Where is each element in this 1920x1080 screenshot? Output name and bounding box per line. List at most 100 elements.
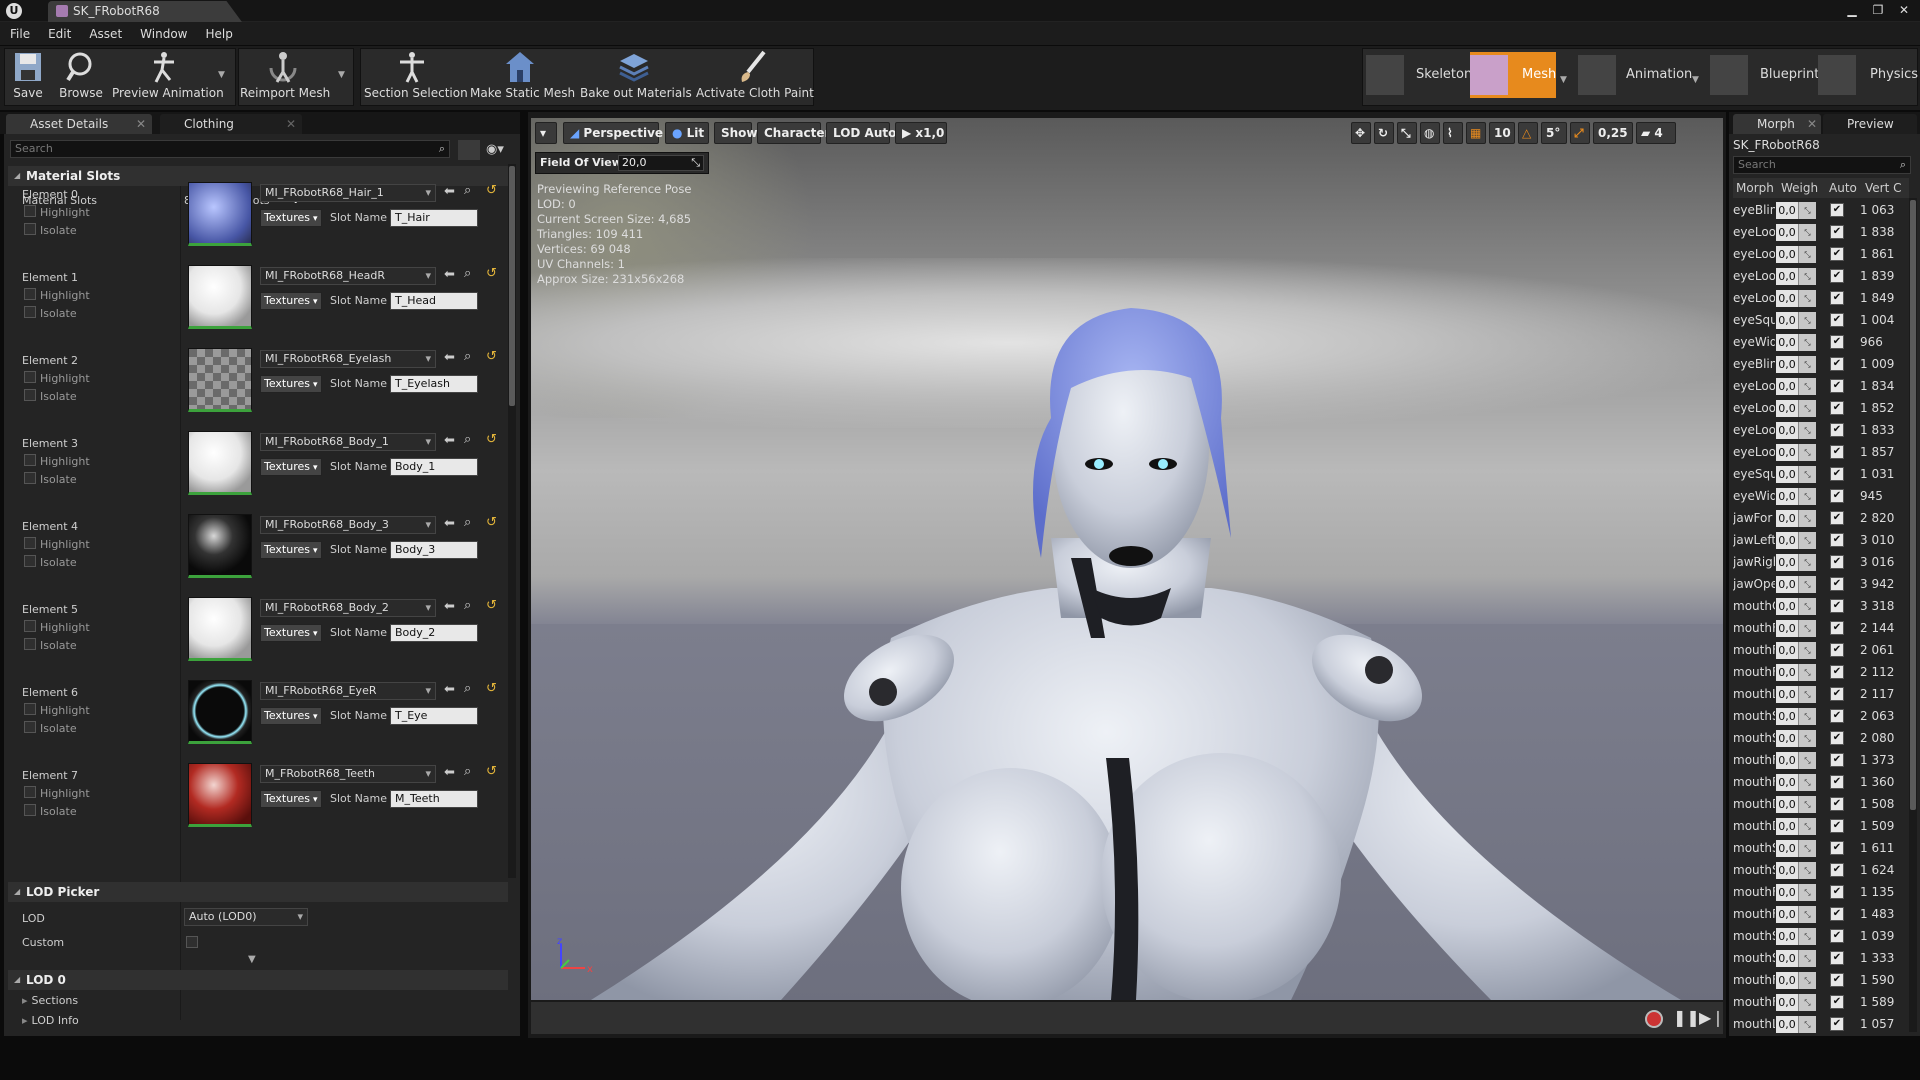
morph-target-row[interactable]: mouthF 0,0 ⤡ ✔ 2 112 [1729, 662, 1909, 684]
morph-weight-input[interactable]: 0,0 [1776, 488, 1798, 505]
morph-weight-input[interactable]: 0,0 [1776, 950, 1798, 967]
menu-edit[interactable]: Edit [48, 27, 71, 41]
weight-drag-icon[interactable]: ⤡ [1798, 290, 1816, 307]
morph-target-row[interactable]: jawFor 0,0 ⤡ ✔ 2 820 [1729, 508, 1909, 530]
morph-weight-input[interactable]: 0,0 [1776, 906, 1798, 923]
auto-checkbox[interactable]: ✔ [1830, 291, 1844, 305]
record-icon[interactable] [1645, 1010, 1663, 1028]
material-select[interactable]: M_FRobotR68_Teeth [260, 765, 436, 783]
weight-drag-icon[interactable]: ⤡ [1798, 862, 1816, 879]
playback-speed-button[interactable]: ▶ x1,0 [895, 122, 947, 144]
textures-dropdown[interactable]: Textures [260, 292, 322, 310]
auto-checkbox[interactable]: ✔ [1830, 973, 1844, 987]
material-thumbnail[interactable] [188, 514, 252, 578]
auto-checkbox[interactable]: ✔ [1830, 335, 1844, 349]
preview-animation-button[interactable]: Preview Animation [112, 46, 224, 104]
close-icon[interactable]: ✕ [1894, 2, 1914, 18]
highlight-checkbox[interactable] [24, 786, 36, 798]
morph-target-row[interactable]: eyeLoo 0,0 ⤡ ✔ 1 839 [1729, 266, 1909, 288]
weight-drag-icon[interactable]: ⤡ [1798, 532, 1816, 549]
activate-cloth-paint-button[interactable]: Activate Cloth Paint [696, 46, 814, 104]
morph-target-row[interactable]: eyeLoo 0,0 ⤡ ✔ 1 833 [1729, 420, 1909, 442]
auto-checkbox[interactable]: ✔ [1830, 885, 1844, 899]
weight-drag-icon[interactable]: ⤡ [1798, 422, 1816, 439]
scale-snap-icon[interactable]: ⤢ [1570, 122, 1590, 144]
lod-auto-button[interactable]: LOD Auto [826, 122, 896, 144]
material-thumbnail[interactable] [188, 763, 252, 827]
weight-drag-icon[interactable]: ⤡ [1798, 994, 1816, 1011]
grid-snap-icon[interactable]: ▦ [1466, 122, 1486, 144]
morph-weight-input[interactable]: 0,0 [1776, 598, 1798, 615]
highlight-checkbox[interactable] [24, 371, 36, 383]
mode-mesh-button[interactable]: Mesh [1470, 52, 1556, 98]
weight-drag-icon[interactable]: ⤡ [1798, 730, 1816, 747]
morph-weight-input[interactable]: 0,0 [1776, 224, 1798, 241]
textures-dropdown[interactable]: Textures [260, 209, 322, 227]
material-thumbnail[interactable] [188, 431, 252, 495]
weight-drag-icon[interactable]: ⤡ [1798, 466, 1816, 483]
morph-target-row[interactable]: eyeLoo 0,0 ⤡ ✔ 1 834 [1729, 376, 1909, 398]
scale-icon[interactable]: ⤡ [1397, 122, 1417, 144]
isolate-checkbox[interactable] [24, 555, 36, 567]
pause-icon[interactable]: ❚❚ [1673, 1008, 1700, 1027]
weight-drag-icon[interactable]: ⤡ [1798, 884, 1816, 901]
weight-drag-icon[interactable]: ⤡ [1798, 708, 1816, 725]
morph-target-row[interactable]: mouthD0,0⤡ ✔ 1 508 [1729, 794, 1909, 816]
weight-drag-icon[interactable]: ⤡ [1798, 928, 1816, 945]
textures-dropdown[interactable]: Textures [260, 458, 322, 476]
weight-drag-icon[interactable]: ⤡ [1798, 796, 1816, 813]
tab-close-icon[interactable]: ✕ [286, 114, 296, 134]
slot-name-input[interactable]: Body_1 [390, 458, 478, 476]
weight-drag-icon[interactable]: ⤡ [1798, 598, 1816, 615]
morph-weight-input[interactable]: 0,0 [1776, 246, 1798, 263]
mode-skeleton-button[interactable]: Skeleton [1366, 52, 1472, 98]
morph-target-row[interactable]: eyeWid 0,0 ⤡ ✔ 966 [1729, 332, 1909, 354]
tab-clothing[interactable]: Clothing ✕ [160, 114, 302, 134]
isolate-checkbox[interactable] [24, 223, 36, 235]
menu-window[interactable]: Window [140, 27, 187, 41]
auto-checkbox[interactable]: ✔ [1830, 225, 1844, 239]
show-button[interactable]: Show [714, 122, 758, 144]
auto-checkbox[interactable]: ✔ [1830, 269, 1844, 283]
auto-checkbox[interactable]: ✔ [1830, 489, 1844, 503]
morph-weight-input[interactable]: 0,0 [1776, 268, 1798, 285]
textures-dropdown[interactable]: Textures [260, 707, 322, 725]
morph-weight-input[interactable]: 0,0 [1776, 884, 1798, 901]
weight-drag-icon[interactable]: ⤡ [1798, 840, 1816, 857]
morph-weight-input[interactable]: 0,0 [1776, 774, 1798, 791]
highlight-checkbox[interactable] [24, 205, 36, 217]
reset-to-default-icon[interactable]: ↺ [486, 266, 497, 281]
auto-checkbox[interactable]: ✔ [1830, 401, 1844, 415]
menu-help[interactable]: Help [205, 27, 232, 41]
auto-checkbox[interactable]: ✔ [1830, 577, 1844, 591]
auto-checkbox[interactable]: ✔ [1830, 203, 1844, 217]
morph-target-row[interactable]: eyeLoo 0,0 ⤡ ✔ 1 861 [1729, 244, 1909, 266]
weight-drag-icon[interactable]: ⤡ [1798, 972, 1816, 989]
slot-name-input[interactable]: T_Eye [390, 707, 478, 725]
auto-checkbox[interactable]: ✔ [1830, 995, 1844, 1009]
morph-target-row[interactable]: mouthF 0,0 ⤡ ✔ 1 589 [1729, 992, 1909, 1014]
restore-icon[interactable]: ❐ [1868, 2, 1888, 18]
morph-weight-input[interactable]: 0,0 [1776, 862, 1798, 879]
weight-drag-icon[interactable]: ⤡ [1798, 774, 1816, 791]
auto-checkbox[interactable]: ✔ [1830, 687, 1844, 701]
tab-morph[interactable]: Morph ✕ [1733, 114, 1821, 134]
morph-weight-input[interactable]: 0,0 [1776, 290, 1798, 307]
weight-drag-icon[interactable]: ⤡ [1798, 1016, 1816, 1033]
grid-snap-value[interactable]: 10 [1489, 122, 1515, 144]
auto-checkbox[interactable]: ✔ [1830, 841, 1844, 855]
reset-to-default-icon[interactable]: ↺ [486, 764, 497, 779]
slot-name-input[interactable]: T_Eyelash [390, 375, 478, 393]
morph-weight-input[interactable]: 0,0 [1776, 928, 1798, 945]
auto-checkbox[interactable]: ✔ [1830, 445, 1844, 459]
material-thumbnail[interactable] [188, 680, 252, 744]
morph-target-row[interactable]: mouthS 0,0 ⤡ ✔ 1 624 [1729, 860, 1909, 882]
camera-speed-button[interactable]: ▰ 4 [1636, 122, 1676, 144]
auto-checkbox[interactable]: ✔ [1830, 467, 1844, 481]
auto-checkbox[interactable]: ✔ [1830, 665, 1844, 679]
weight-drag-icon[interactable]: ⤡ [1798, 950, 1816, 967]
column-vert-count[interactable]: Vert C [1865, 181, 1902, 195]
step-forward-icon[interactable]: ▶❘ [1699, 1008, 1725, 1027]
reset-to-default-icon[interactable]: ↺ [486, 598, 497, 613]
morph-target-row[interactable]: mouthC0,0⤡ ✔ 3 318 [1729, 596, 1909, 618]
